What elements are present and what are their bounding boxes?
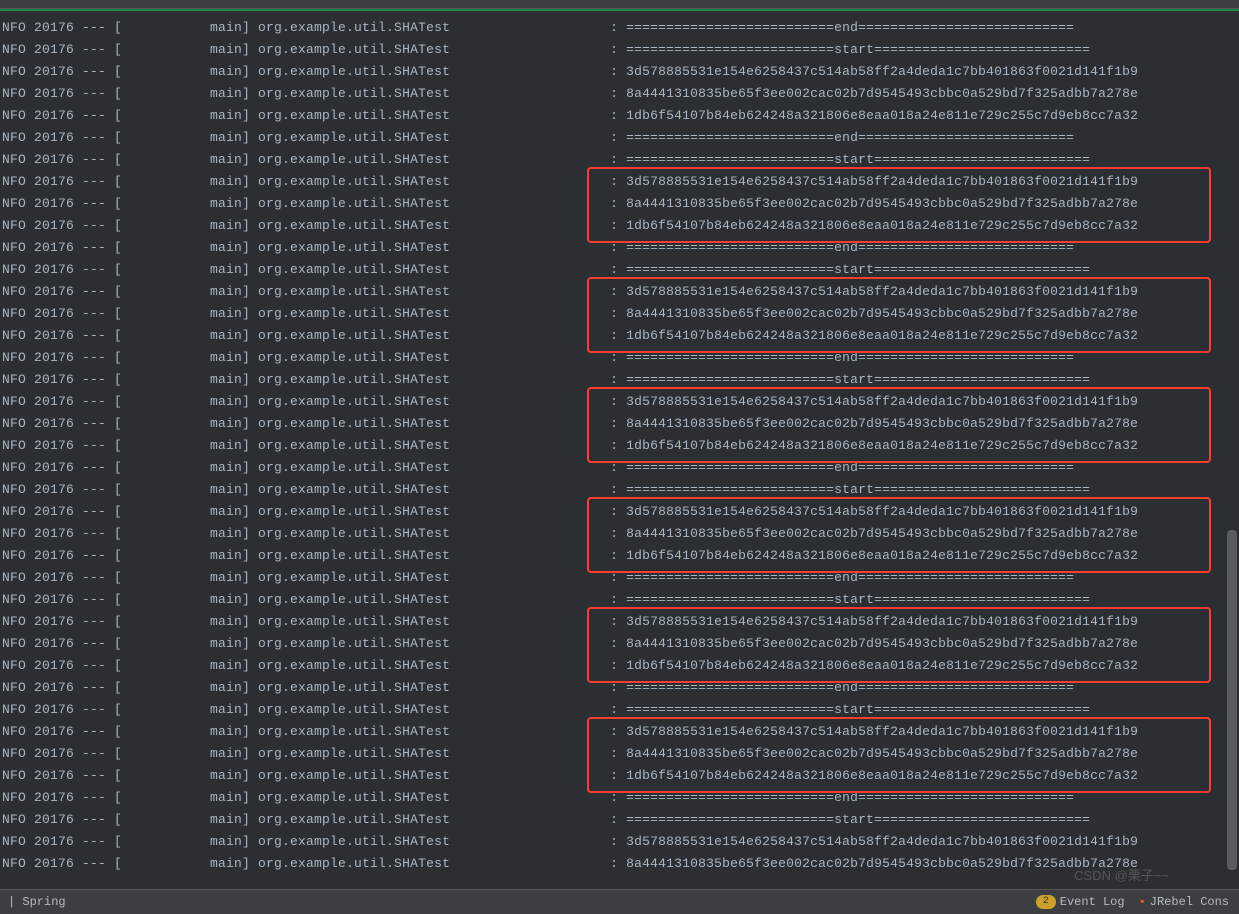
jrebel-console-button[interactable]: ▪ JRebel Cons [1139,895,1229,909]
jrebel-icon: ▪ [1139,895,1146,909]
log-line: NFO 20176 --- [ main] org.example.util.S… [2,457,1239,479]
log-line: NFO 20176 --- [ main] org.example.util.S… [2,61,1239,83]
log-line: NFO 20176 --- [ main] org.example.util.S… [2,633,1239,655]
log-line: NFO 20176 --- [ main] org.example.util.S… [2,479,1239,501]
log-line: NFO 20176 --- [ main] org.example.util.S… [2,325,1239,347]
status-left-text[interactable]: | Spring [0,895,1022,909]
log-line: NFO 20176 --- [ main] org.example.util.S… [2,347,1239,369]
console-output[interactable]: NFO 20176 --- [ main] org.example.util.S… [0,11,1239,877]
log-line: NFO 20176 --- [ main] org.example.util.S… [2,127,1239,149]
jrebel-label: JRebel Cons [1150,895,1229,909]
log-line: NFO 20176 --- [ main] org.example.util.S… [2,831,1239,853]
log-line: NFO 20176 --- [ main] org.example.util.S… [2,501,1239,523]
event-log-button[interactable]: 2 Event Log [1036,895,1125,909]
log-line: NFO 20176 --- [ main] org.example.util.S… [2,567,1239,589]
log-line: NFO 20176 --- [ main] org.example.util.S… [2,413,1239,435]
log-line: NFO 20176 --- [ main] org.example.util.S… [2,237,1239,259]
log-line: NFO 20176 --- [ main] org.example.util.S… [2,589,1239,611]
event-log-label: Event Log [1060,895,1125,909]
vertical-scrollbar[interactable] [1227,40,1237,874]
log-line: NFO 20176 --- [ main] org.example.util.S… [2,39,1239,61]
log-line: NFO 20176 --- [ main] org.example.util.S… [2,369,1239,391]
log-line: NFO 20176 --- [ main] org.example.util.S… [2,699,1239,721]
log-line: NFO 20176 --- [ main] org.example.util.S… [2,721,1239,743]
log-line: NFO 20176 --- [ main] org.example.util.S… [2,809,1239,831]
log-line: NFO 20176 --- [ main] org.example.util.S… [2,193,1239,215]
log-line: NFO 20176 --- [ main] org.example.util.S… [2,281,1239,303]
window-titlebar [0,0,1239,9]
log-line: NFO 20176 --- [ main] org.example.util.S… [2,765,1239,787]
log-line: NFO 20176 --- [ main] org.example.util.S… [2,391,1239,413]
notification-count-badge: 2 [1036,895,1056,909]
log-line: NFO 20176 --- [ main] org.example.util.S… [2,677,1239,699]
log-line: NFO 20176 --- [ main] org.example.util.S… [2,655,1239,677]
log-line: NFO 20176 --- [ main] org.example.util.S… [2,83,1239,105]
log-line: NFO 20176 --- [ main] org.example.util.S… [2,611,1239,633]
log-line: NFO 20176 --- [ main] org.example.util.S… [2,523,1239,545]
log-line: NFO 20176 --- [ main] org.example.util.S… [2,105,1239,127]
log-line: NFO 20176 --- [ main] org.example.util.S… [2,787,1239,809]
log-line: NFO 20176 --- [ main] org.example.util.S… [2,545,1239,567]
log-line: NFO 20176 --- [ main] org.example.util.S… [2,435,1239,457]
log-line: NFO 20176 --- [ main] org.example.util.S… [2,149,1239,171]
log-line: NFO 20176 --- [ main] org.example.util.S… [2,259,1239,281]
log-line: NFO 20176 --- [ main] org.example.util.S… [2,215,1239,237]
status-bar: | Spring 2 Event Log ▪ JRebel Cons [0,889,1239,914]
log-line: NFO 20176 --- [ main] org.example.util.S… [2,17,1239,39]
scrollbar-thumb[interactable] [1227,530,1237,870]
log-line: NFO 20176 --- [ main] org.example.util.S… [2,743,1239,765]
log-line: NFO 20176 --- [ main] org.example.util.S… [2,303,1239,325]
log-line: NFO 20176 --- [ main] org.example.util.S… [2,171,1239,193]
log-line: NFO 20176 --- [ main] org.example.util.S… [2,853,1239,875]
